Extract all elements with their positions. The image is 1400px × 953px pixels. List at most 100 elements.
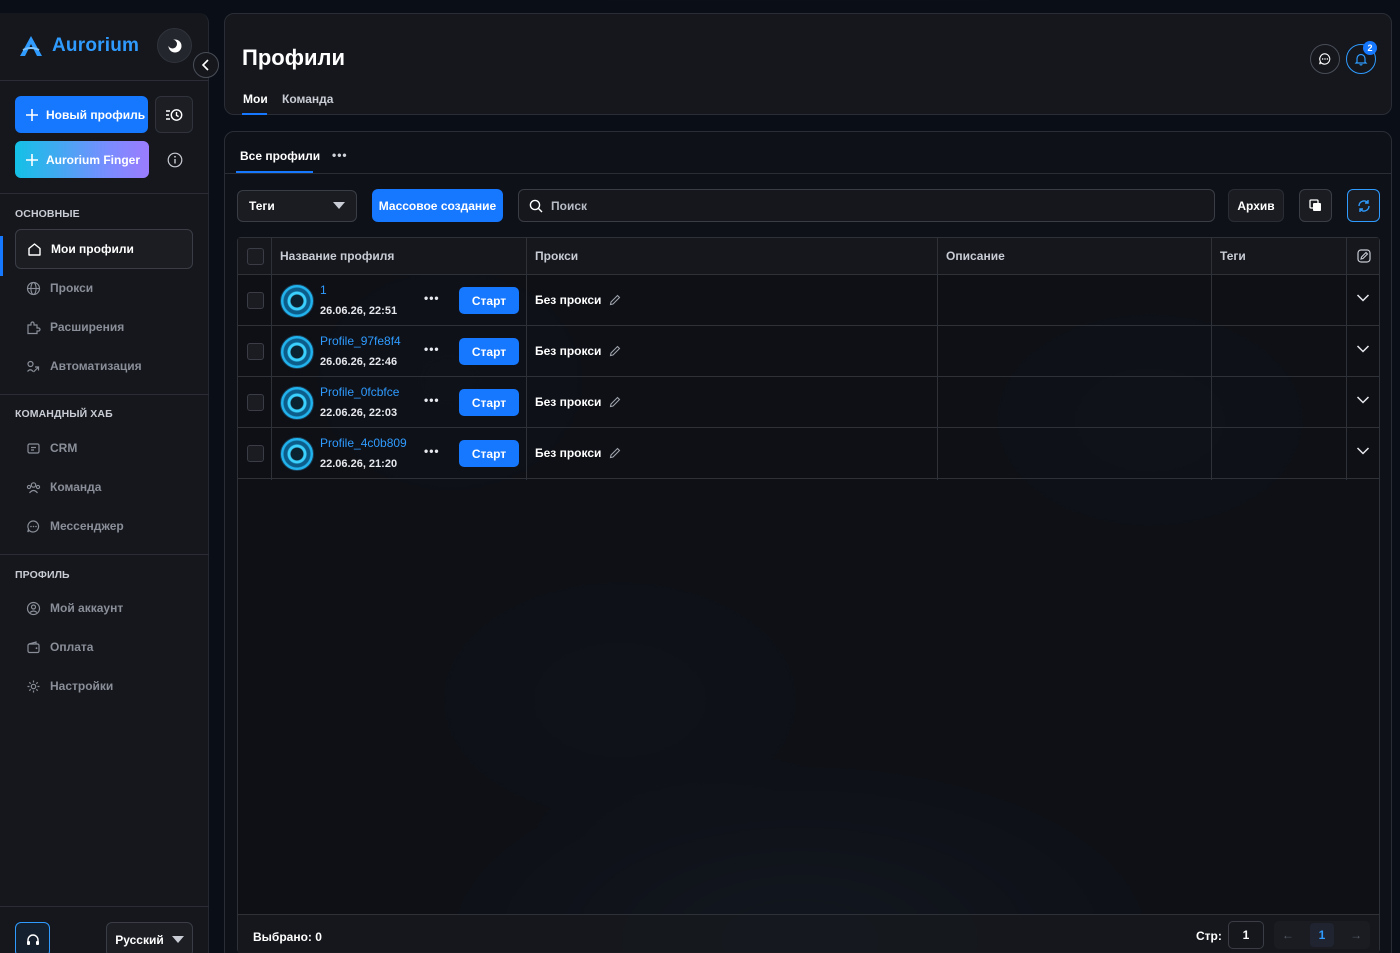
row-more-icon[interactable]: ••• <box>424 342 440 356</box>
search-field[interactable] <box>518 189 1215 222</box>
table-row[interactable]: Profile_4c0b809 22.06.26, 21:20 ••• Стар… <box>238 428 1379 479</box>
start-button[interactable]: Старт <box>459 440 519 467</box>
sidebar-item-label: Расширения <box>50 320 125 334</box>
column-header-tags[interactable]: Теги <box>1220 249 1246 263</box>
row-more-icon[interactable]: ••• <box>424 393 440 407</box>
current-page-button[interactable]: 1 <box>1309 923 1335 947</box>
tab-mine[interactable]: Мои <box>243 92 268 106</box>
section-title-main: ОСНОВНЫЕ <box>15 208 80 220</box>
chevron-down-icon[interactable] <box>1356 446 1370 456</box>
table-row[interactable]: Profile_97fe8f4 26.06.26, 22:46 ••• Стар… <box>238 326 1379 377</box>
profile-avatar <box>280 437 314 471</box>
copy-button[interactable] <box>1299 189 1332 222</box>
pencil-icon[interactable] <box>609 345 621 357</box>
gear-icon <box>27 680 40 692</box>
sidebar-item-messenger[interactable]: Мессенджер <box>15 506 193 546</box>
caret-down-icon <box>333 202 345 209</box>
sidebar-item-proxy[interactable]: Прокси <box>15 268 193 308</box>
brand[interactable]: Aurorium <box>18 35 139 57</box>
row-checkbox[interactable] <box>247 445 264 462</box>
row-more-icon[interactable]: ••• <box>424 291 440 305</box>
start-button[interactable]: Старт <box>459 338 519 365</box>
sidebar-item-team[interactable]: Команда <box>15 467 193 507</box>
edit-columns-icon[interactable] <box>1357 249 1371 263</box>
sidebar-item-my-account[interactable]: Мой аккаунт <box>15 588 193 628</box>
next-page-icon[interactable]: → <box>1350 928 1362 942</box>
column-header-name[interactable]: Название профиля <box>280 249 394 263</box>
divider <box>225 173 1391 174</box>
profile-name-link[interactable]: Profile_0fcbfce <box>320 385 399 399</box>
aurorium-finger-button[interactable]: Aurorium Finger <box>15 141 149 178</box>
tabs-more-icon[interactable]: ••• <box>332 148 348 162</box>
copy-icon <box>1309 199 1321 211</box>
tags-filter-select[interactable]: Теги <box>237 190 357 222</box>
row-checkbox[interactable] <box>247 292 264 309</box>
row-checkbox[interactable] <box>247 343 264 360</box>
sidebar-item-extensions[interactable]: Расширения <box>15 307 193 347</box>
sidebar-item-settings[interactable]: Настройки <box>15 666 193 706</box>
chevron-down-icon[interactable] <box>1356 344 1370 354</box>
chevron-down-icon[interactable] <box>1356 293 1370 303</box>
chevron-left-icon <box>201 59 209 71</box>
support-button[interactable] <box>15 922 50 953</box>
pencil-icon[interactable] <box>609 447 621 459</box>
table-row[interactable]: Profile_0fcbfce 22.06.26, 22:03 ••• Стар… <box>238 377 1379 428</box>
pencil-icon[interactable] <box>609 294 621 306</box>
select-all-checkbox[interactable] <box>247 248 264 265</box>
user-icon <box>26 601 41 615</box>
tab-all-profiles[interactable]: Все профили <box>240 149 320 163</box>
sidebar-item-my-profiles[interactable]: Мои профили <box>15 229 193 269</box>
profile-name-link[interactable]: 1 <box>320 283 327 297</box>
sidebar-item-label: Автоматизация <box>50 359 142 373</box>
start-button[interactable]: Старт <box>459 389 519 416</box>
column-header-description[interactable]: Описание <box>946 249 1005 263</box>
info-icon[interactable] <box>167 152 183 168</box>
archive-button[interactable]: Архив <box>1228 189 1284 222</box>
selected-count: Выбрано: 0 <box>253 930 322 944</box>
aurorium-finger-label: Aurorium Finger <box>46 152 141 167</box>
globe-icon <box>26 281 41 295</box>
tab-underline <box>242 113 267 115</box>
column-header-proxy[interactable]: Прокси <box>535 249 578 263</box>
sidebar-item-label: Команда <box>50 480 102 494</box>
divider <box>0 906 209 907</box>
divider <box>0 394 209 395</box>
proxy-cell: Без прокси <box>535 395 621 409</box>
theme-toggle-button[interactable] <box>157 28 192 63</box>
refresh-button[interactable] <box>1347 189 1380 222</box>
pencil-icon[interactable] <box>609 396 621 408</box>
profile-avatar <box>280 386 314 420</box>
collapse-sidebar-button[interactable] <box>193 52 219 78</box>
messages-button[interactable] <box>1310 44 1340 74</box>
new-profile-button[interactable]: Новый профиль <box>15 96 148 133</box>
divider <box>0 80 209 81</box>
language-select[interactable]: Русский <box>106 922 193 953</box>
profile-avatar <box>280 284 314 318</box>
profile-date: 26.06.26, 22:51 <box>320 305 398 317</box>
prev-page-icon[interactable]: ← <box>1282 928 1294 942</box>
page-input[interactable]: 1 <box>1228 921 1264 949</box>
plus-icon <box>26 108 38 121</box>
profile-name-link[interactable]: Profile_97fe8f4 <box>320 334 401 348</box>
chevron-down-icon[interactable] <box>1356 395 1370 405</box>
row-checkbox[interactable] <box>247 394 264 411</box>
history-icon <box>166 108 183 121</box>
row-more-icon[interactable]: ••• <box>424 444 440 458</box>
sidebar-item-crm[interactable]: CRM <box>15 428 193 468</box>
notification-badge: 2 <box>1363 41 1377 55</box>
sidebar-item-automation[interactable]: Автоматизация <box>15 346 193 386</box>
search-input[interactable] <box>551 198 1151 213</box>
proxy-cell: Без прокси <box>535 344 621 358</box>
mass-create-button[interactable]: Массовое создание <box>372 189 503 222</box>
tab-team[interactable]: Команда <box>282 92 333 106</box>
history-button[interactable] <box>155 96 193 133</box>
pagination: ← 1 → <box>1274 921 1370 949</box>
sidebar-item-payment[interactable]: Оплата <box>15 627 193 667</box>
table-row[interactable]: 1 26.06.26, 22:51 ••• Старт Без прокси <box>238 275 1379 326</box>
moon-icon <box>167 39 181 52</box>
wallet-icon <box>27 640 40 653</box>
profile-name-link[interactable]: Profile_4c0b809 <box>320 436 407 450</box>
proxy-cell: Без прокси <box>535 446 621 460</box>
profile-avatar <box>280 335 314 369</box>
start-button[interactable]: Старт <box>459 287 519 314</box>
